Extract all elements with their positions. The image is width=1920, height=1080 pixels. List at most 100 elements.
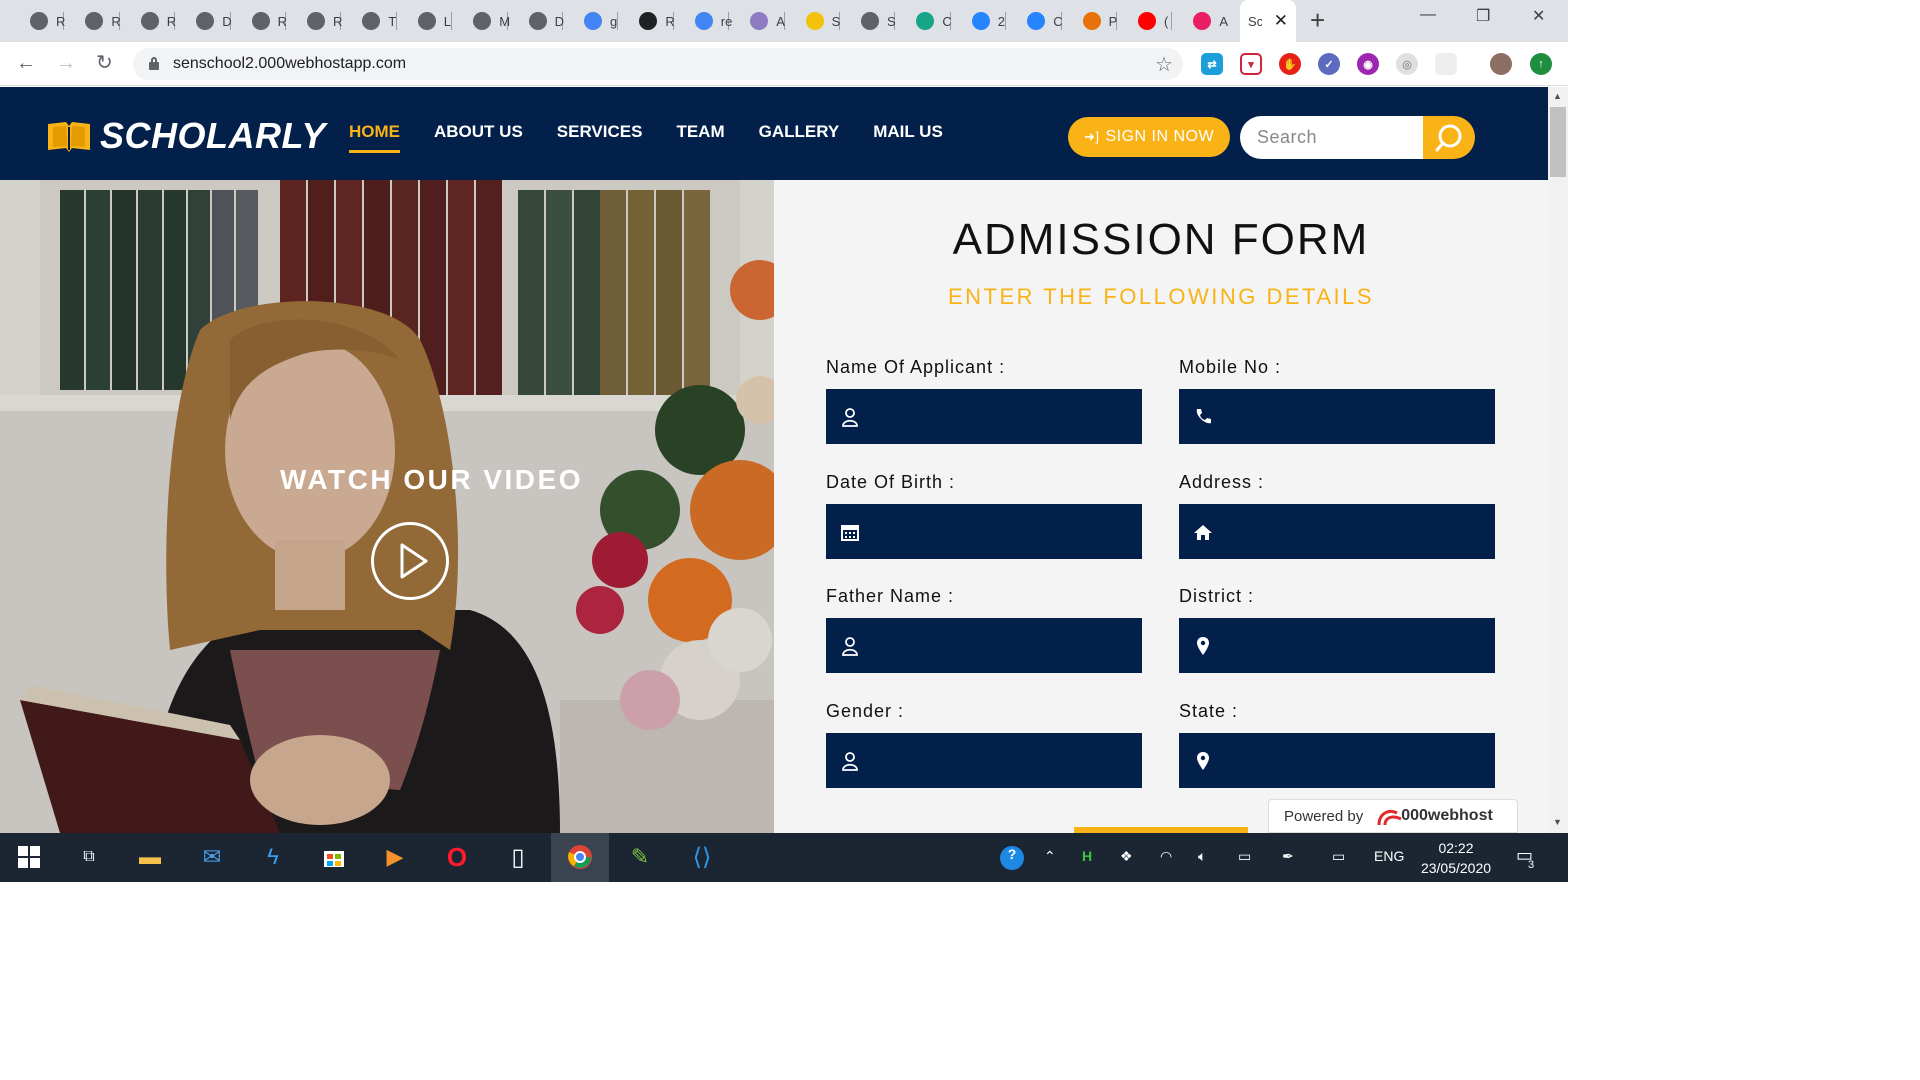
dropbox-icon[interactable]: ❖ (1120, 848, 1133, 865)
browser-tab[interactable]: R (287, 3, 345, 39)
grey-extension-icon[interactable]: ◎ (1396, 53, 1418, 75)
nav-link-home[interactable]: HOME (349, 122, 400, 153)
browser-tab[interactable]: D (176, 3, 234, 39)
url-text[interactable]: senschool2.000webhostapp.com (173, 55, 406, 73)
field-label: Mobile No : (1179, 357, 1282, 377)
browser-tab[interactable]: R (232, 3, 290, 39)
system-clock[interactable]: 02:22 23/05/2020 (1410, 838, 1502, 878)
field-input[interactable] (876, 746, 1126, 773)
back-button[interactable]: ← (16, 52, 36, 74)
wifi-icon[interactable]: ◠ (1160, 848, 1172, 865)
browser-tab[interactable]: S (786, 3, 844, 39)
nav-link-mail-us[interactable]: MAIL US (873, 122, 943, 153)
field-input[interactable] (1229, 403, 1479, 429)
editor-app-icon[interactable]: ✎ (625, 842, 655, 872)
browser-tab[interactable]: T (342, 3, 400, 39)
opera-icon[interactable]: O (442, 842, 472, 872)
visual-studio-icon[interactable]: ϟ (258, 842, 288, 872)
tablet-mode-icon[interactable]: ▭ (1332, 848, 1345, 865)
bookmark-star-icon[interactable]: ☆ (1155, 52, 1173, 77)
lock-icon[interactable] (149, 57, 159, 70)
profile-avatar[interactable] (1490, 53, 1512, 75)
browser-tab[interactable]: R (10, 3, 68, 39)
scroll-up-arrow[interactable]: ▲ (1553, 91, 1562, 101)
browser-tab[interactable]: g (564, 3, 622, 39)
field-label: Father Name : (826, 586, 955, 606)
close-tab-icon[interactable]: ✕ (1274, 12, 1288, 29)
language-indicator[interactable]: ENG (1374, 848, 1404, 864)
volume-icon[interactable]: 🔈︎ (1198, 848, 1206, 865)
site-logo[interactable]: SCHOLARLY (46, 115, 326, 157)
media-player-icon[interactable]: ▶ (380, 842, 410, 872)
field-input[interactable] (1229, 746, 1479, 773)
search-button[interactable] (1423, 116, 1475, 159)
nav-link-services[interactable]: SERVICES (557, 122, 643, 153)
new-tab-button[interactable]: + (1310, 7, 1325, 33)
browser-tab[interactable]: S (841, 3, 899, 39)
blank-extension-icon[interactable] (1435, 53, 1457, 75)
restore-button[interactable]: ❐ (1476, 6, 1490, 26)
chrome-icon[interactable] (565, 842, 595, 872)
help-icon[interactable]: ? (1000, 846, 1024, 870)
browser-tab[interactable]: M (453, 3, 511, 39)
nav-link-team[interactable]: TEAM (676, 122, 724, 153)
close-window-button[interactable]: ✕ (1532, 6, 1545, 26)
field-input[interactable] (876, 517, 1126, 544)
check-extension-icon[interactable]: ✓ (1318, 53, 1340, 75)
field-input[interactable] (876, 632, 1126, 658)
pen-icon[interactable]: ✒ (1282, 848, 1294, 865)
google-icon (694, 12, 713, 30)
user-icon (840, 751, 860, 771)
nav-link-gallery[interactable]: GALLERY (759, 122, 840, 153)
browser-tab[interactable]: D (509, 3, 567, 39)
update-icon[interactable]: ↑ (1530, 53, 1552, 75)
browser-tab[interactable]: C (896, 3, 954, 39)
browser-tab[interactable]: L (398, 3, 456, 39)
adblock-extension-icon[interactable]: ✋ (1279, 53, 1301, 75)
tab-title: R (166, 13, 177, 29)
browser-tab[interactable]: ( (1118, 3, 1176, 39)
map-pin-icon (1193, 636, 1213, 656)
scroll-down-arrow[interactable]: ▼ (1553, 817, 1562, 827)
vscode-icon[interactable]: ⟨⟩ (687, 842, 717, 872)
minimize-button[interactable]: — (1420, 6, 1436, 24)
logo-text: SCHOLARLY (100, 115, 326, 156)
powered-by-badge[interactable]: Powered by 000webhost (1268, 799, 1518, 833)
pocket-extension-icon[interactable]: ▾ (1240, 53, 1262, 75)
green-tray-icon[interactable]: H (1082, 848, 1092, 864)
reload-button[interactable]: ↻ (96, 52, 113, 74)
browser-tab[interactable]: A (730, 3, 788, 39)
browser-tab[interactable]: re (675, 3, 733, 39)
omnibox[interactable]: senschool2.000webhostapp.com ☆ (133, 48, 1183, 80)
file-explorer-icon[interactable]: ▬ (135, 842, 165, 872)
search-input[interactable] (1257, 127, 1417, 148)
browser-tab[interactable]: C (1007, 3, 1065, 39)
nav-link-about-us[interactable]: ABOUT US (434, 122, 523, 153)
show-hidden-icons[interactable]: ⌃ (1044, 848, 1056, 865)
translate-extension-icon[interactable]: ⇄ (1201, 53, 1223, 75)
field-input[interactable] (1229, 517, 1479, 544)
store-icon[interactable] (319, 842, 349, 872)
forward-button[interactable]: → (56, 52, 76, 74)
browser-tab[interactable]: R (65, 3, 123, 39)
browser-tab[interactable]: 2 (952, 3, 1010, 39)
field-input[interactable] (1229, 632, 1479, 658)
battery-icon[interactable]: ▭ (1238, 848, 1251, 865)
browser-tab[interactable]: R (121, 3, 179, 39)
windows-start-icon[interactable] (14, 842, 44, 872)
active-tab[interactable]: Sc ✕ (1240, 0, 1296, 42)
browser-tab[interactable]: A (1173, 3, 1231, 39)
purple-extension-icon[interactable]: ◉ (1357, 53, 1379, 75)
browser-tab[interactable]: P (1063, 3, 1121, 39)
field-input[interactable] (876, 403, 1126, 429)
browser-tab[interactable]: R (619, 3, 677, 39)
scroll-thumb[interactable] (1550, 107, 1566, 177)
tab-title: R (56, 13, 66, 29)
field-label: Address : (1179, 471, 1265, 492)
task-view-icon[interactable]: ⧉ (74, 842, 104, 872)
mail-icon[interactable]: ✉ (197, 842, 227, 872)
notepad-icon[interactable]: ▯ (503, 842, 533, 872)
page-scrollbar[interactable]: ▲ ▼ (1548, 87, 1568, 833)
play-video-button[interactable] (371, 522, 449, 600)
sign-in-button[interactable]: ➜] SIGN IN NOW (1068, 117, 1230, 157)
